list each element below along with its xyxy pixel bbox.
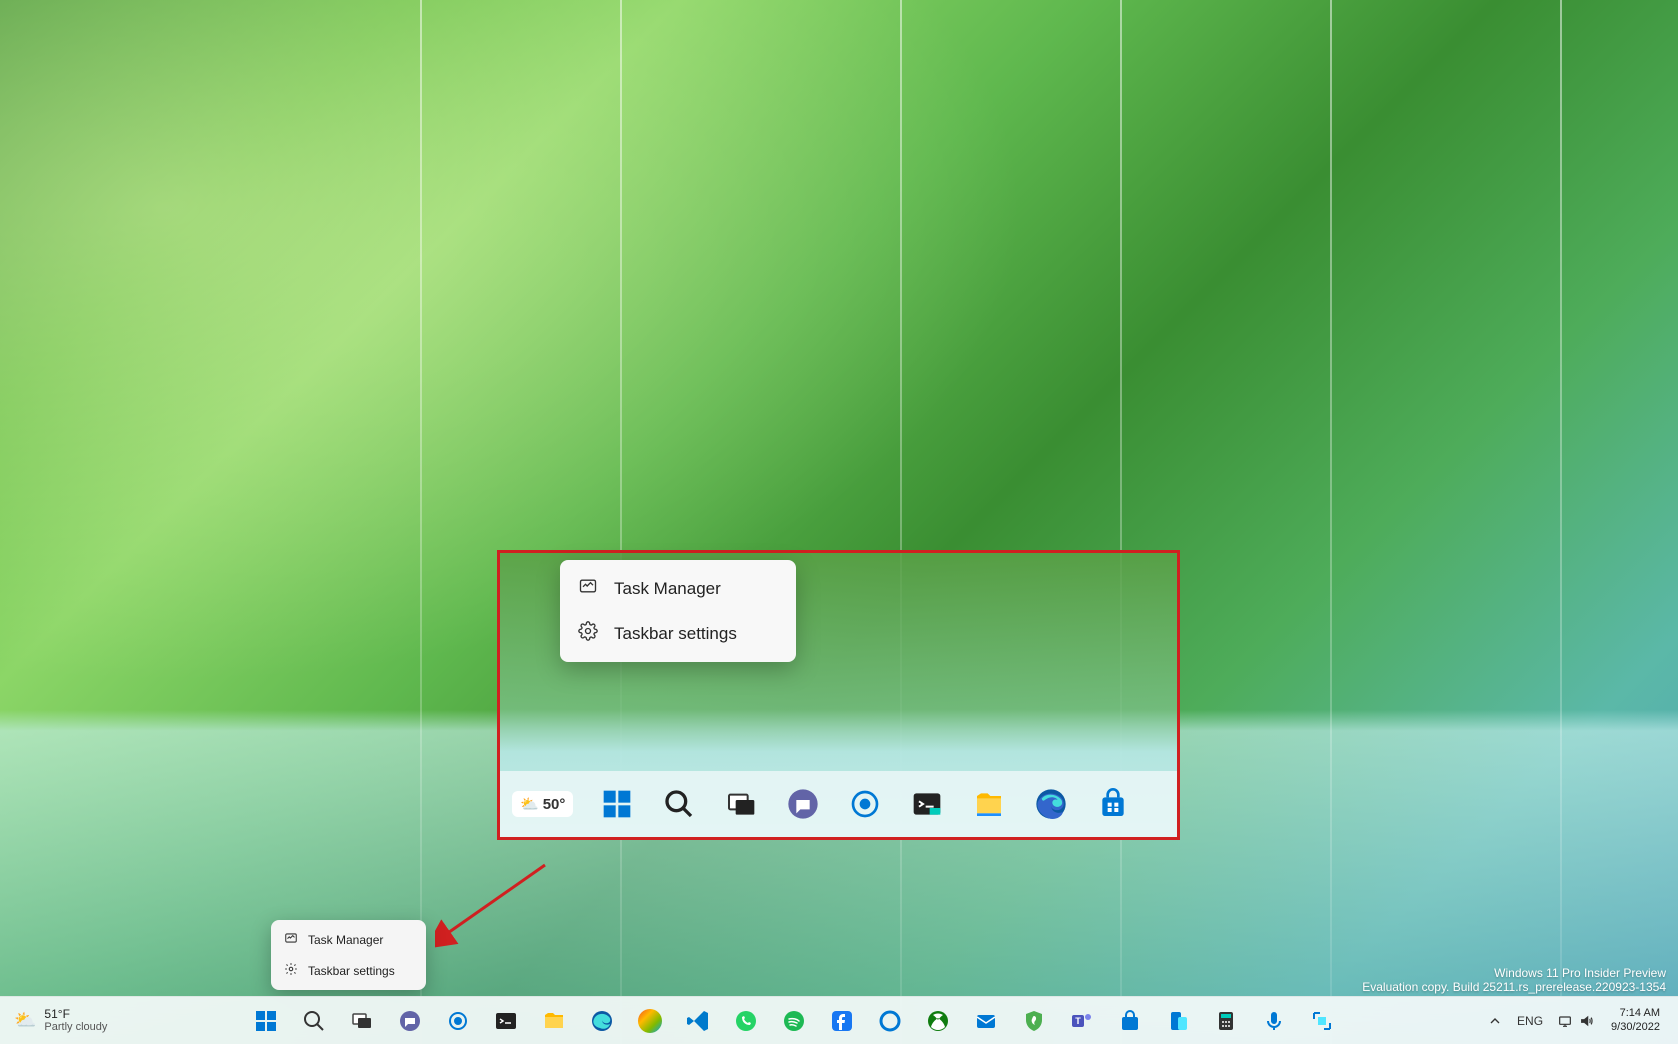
inset-chat-button[interactable]	[785, 786, 821, 822]
taskbar-context-menu: Task Manager Taskbar settings	[271, 920, 426, 990]
taskbar[interactable]: ⛅ 51°F Partly cloudy T ENG	[0, 996, 1678, 1044]
weather-condition: Partly cloudy	[44, 1021, 107, 1033]
inset-weather-widget[interactable]: ⛅ 50°	[512, 791, 573, 817]
inset-weather-temp: 50°	[543, 796, 566, 813]
network-volume-button[interactable]	[1551, 1001, 1601, 1041]
chat-button[interactable]	[390, 1001, 430, 1041]
svg-text:T: T	[1075, 1016, 1081, 1026]
inset-taskbar: ⛅ 50°	[500, 771, 1177, 837]
spotify-button[interactable]	[774, 1001, 814, 1041]
calculator-button[interactable]	[1206, 1001, 1246, 1041]
inset-store-button[interactable]	[1095, 786, 1131, 822]
weather-temp: 51°F	[44, 1008, 107, 1021]
watermark-line2: Evaluation copy. Build 25211.rs_prerelea…	[1362, 980, 1666, 994]
task-view-button[interactable]	[342, 1001, 382, 1041]
context-menu-task-manager[interactable]: Task Manager	[275, 924, 422, 955]
inset-menu-taskbar-settings[interactable]: Taskbar settings	[566, 611, 790, 656]
whatsapp-button[interactable]	[726, 1001, 766, 1041]
xbox-button[interactable]	[918, 1001, 958, 1041]
inset-context-menu: Task Manager Taskbar settings	[560, 560, 796, 662]
watermark-line1: Windows 11 Pro Insider Preview	[1362, 966, 1666, 980]
date-text: 9/30/2022	[1611, 1021, 1660, 1034]
inset-terminal-button[interactable]	[909, 786, 945, 822]
weather-widget[interactable]: ⛅ 51°F Partly cloudy	[14, 1008, 107, 1033]
weather-icon: ⛅	[520, 795, 539, 813]
inset-menu-label: Task Manager	[614, 579, 721, 599]
edge-button[interactable]	[582, 1001, 622, 1041]
inset-task-view-button[interactable]	[723, 786, 759, 822]
inset-edge-button[interactable]	[1033, 786, 1069, 822]
lang-text: ENG	[1517, 1014, 1543, 1028]
snipping-tool-button[interactable]	[1302, 1001, 1342, 1041]
cortana-button[interactable]	[870, 1001, 910, 1041]
language-indicator[interactable]: ENG	[1511, 1001, 1549, 1041]
store-button[interactable]	[1110, 1001, 1150, 1041]
annotation-arrow	[435, 860, 555, 950]
inset-search-button[interactable]	[661, 786, 697, 822]
windows-watermark: Windows 11 Pro Insider Preview Evaluatio…	[1362, 966, 1666, 994]
security-button[interactable]	[1014, 1001, 1054, 1041]
teams-button[interactable]: T	[1062, 1001, 1102, 1041]
vscode-button[interactable]	[678, 1001, 718, 1041]
network-icon	[1557, 1013, 1573, 1029]
task-manager-icon	[578, 576, 598, 601]
clock-button[interactable]: 7:14 AM 9/30/2022	[1603, 1001, 1668, 1041]
inset-menu-label: Taskbar settings	[614, 624, 737, 644]
search-button[interactable]	[294, 1001, 334, 1041]
inset-menu-task-manager[interactable]: Task Manager	[566, 566, 790, 611]
system-tray: ENG 7:14 AM 9/30/2022	[1481, 1001, 1678, 1041]
copilot-button[interactable]	[630, 1001, 670, 1041]
tray-overflow-button[interactable]	[1481, 1001, 1509, 1041]
phone-link-button[interactable]	[1158, 1001, 1198, 1041]
inset-start-button[interactable]	[599, 786, 635, 822]
terminal-button[interactable]	[486, 1001, 526, 1041]
mail-button[interactable]	[966, 1001, 1006, 1041]
taskbar-center: T	[246, 1001, 1342, 1041]
inset-settings-button[interactable]	[847, 786, 883, 822]
volume-icon	[1579, 1013, 1595, 1029]
context-menu-taskbar-settings[interactable]: Taskbar settings	[275, 955, 422, 986]
gear-icon	[578, 621, 598, 646]
context-menu-label: Task Manager	[308, 933, 383, 947]
weather-icon: ⛅	[14, 1010, 36, 1031]
start-button[interactable]	[246, 1001, 286, 1041]
gear-icon	[284, 962, 298, 979]
voice-recorder-button[interactable]	[1254, 1001, 1294, 1041]
context-menu-label: Taskbar settings	[308, 964, 395, 978]
time-text: 7:14 AM	[1620, 1007, 1660, 1020]
annotation-inset-box: Task Manager Taskbar settings ⛅ 50°	[497, 550, 1180, 840]
task-manager-icon	[284, 931, 298, 948]
inset-explorer-button[interactable]	[971, 786, 1007, 822]
settings-button[interactable]	[438, 1001, 478, 1041]
explorer-button[interactable]	[534, 1001, 574, 1041]
desktop-wallpaper[interactable]	[0, 0, 1678, 1044]
facebook-button[interactable]	[822, 1001, 862, 1041]
